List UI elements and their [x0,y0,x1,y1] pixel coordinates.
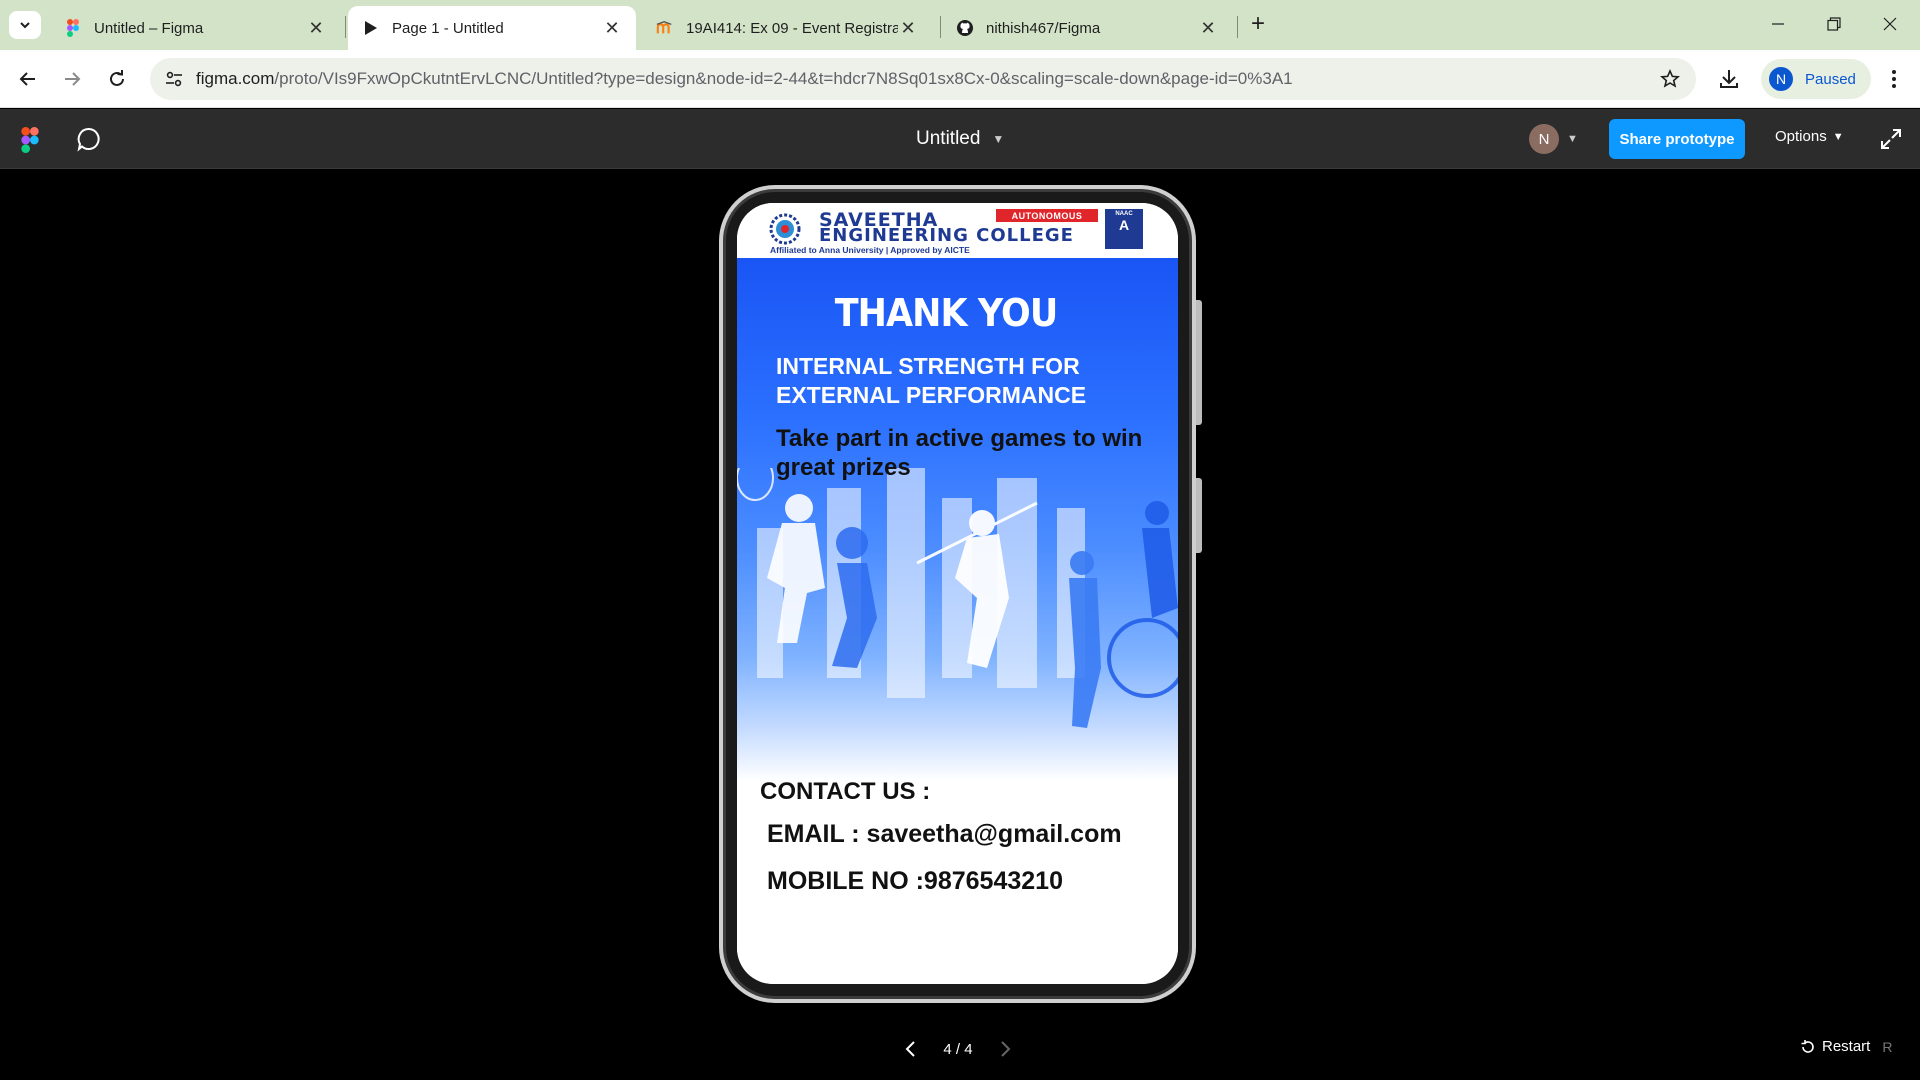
profile-button[interactable]: N Paused [1761,59,1871,99]
restart-button[interactable]: Restart R [1800,1038,1892,1055]
new-tab-button[interactable]: + [1244,10,1272,38]
figma-logo-icon[interactable] [20,127,40,153]
bookmark-button[interactable] [1658,67,1682,91]
close-icon[interactable]: ✕ [306,18,326,38]
figma-icon [64,19,82,37]
avatar: N [1529,124,1559,154]
sports-silhouettes-image [737,468,1178,728]
star-icon [1660,69,1680,88]
moodle-icon [656,19,674,37]
chevron-down-icon: ▼ [1832,130,1844,143]
poster-heading: THANK YOU [834,291,1059,335]
restart-icon [1801,1039,1814,1053]
minimize-button[interactable] [1750,0,1806,48]
url-domain: figma.com [196,69,275,88]
frame-pager: 4 / 4 [904,1036,1012,1062]
user-menu[interactable]: N ▼ [1529,122,1589,156]
college-emblem-icon [769,213,801,245]
reload-icon [110,70,124,86]
naac-badge: NAAC A [1105,209,1143,249]
tab-title: 19AI414: Ex 09 - Event Registrat [686,19,898,37]
arrow-left-icon [19,72,35,86]
tab-separator [940,16,941,38]
tab-separator [1237,16,1238,38]
tab-title: Untitled – Figma [94,19,204,37]
close-icon[interactable]: ✕ [1198,18,1218,38]
restore-button[interactable] [1806,0,1862,48]
tab-page1-untitled[interactable]: Page 1 - Untitled ✕ [348,6,636,50]
play-icon [362,19,380,37]
github-icon [956,19,974,37]
options-label: Options [1775,128,1827,145]
tab-separator [345,16,346,38]
back-button[interactable] [12,63,44,95]
tab-title: nithish467/Figma [986,19,1101,37]
tab-event-registration[interactable]: 19AI414: Ex 09 - Event Registrat ✕ [642,6,932,50]
arrow-right-icon [65,72,81,86]
more-vertical-icon [1892,70,1896,88]
frame-counter: 4 / 4 [943,1040,973,1058]
college-name-line2: ENGINEERING COLLEGE [819,225,1074,246]
url-path: /proto/VIs9FxwOpCkutntErvLCNC/Untitled?t… [274,69,1293,88]
restart-shortcut: R [1882,1038,1893,1055]
contact-mobile: MOBILE NO :9876543210 [767,867,1063,895]
college-affiliation: Affiliated to Anna University | Approved… [770,245,970,255]
contact-heading: CONTACT US : [760,778,931,805]
close-icon[interactable]: ✕ [898,18,918,38]
tab-github[interactable]: nithish467/Figma ✕ [942,6,1232,50]
close-icon [1883,17,1897,31]
chevron-down-icon [20,22,30,29]
previous-frame-icon[interactable] [904,1040,918,1058]
options-menu[interactable]: Options ▼ [1775,128,1844,145]
phone-side-button [1196,300,1202,425]
chevron-down-icon: ▼ [1567,133,1578,145]
figma-prototype-header: Untitled ▼ N ▼ Share prototype Options ▼ [0,109,1920,169]
browser-toolbar: figma.com/proto/VIs9FxwOpCkutntErvLCNC/U… [0,50,1920,108]
restart-label: Restart [1822,1038,1871,1055]
plus-icon: + [1250,10,1265,37]
poster-tagline: INTERNAL STRENGTH FOR EXTERNAL PERFORMAN… [776,353,1087,408]
close-icon[interactable]: ✕ [602,18,622,38]
file-title: Untitled [916,128,981,149]
avatar: N [1769,67,1793,91]
site-settings-button[interactable] [162,67,186,91]
restore-icon [1827,17,1841,31]
tab-title: Page 1 - Untitled [392,19,504,37]
contact-email: EMAIL : saveetha@gmail.com [767,820,1122,848]
browser-tab-strip: Untitled – Figma ✕ Page 1 - Untitled ✕ 1… [0,0,1920,50]
file-title-menu[interactable]: Untitled ▼ [916,128,1004,150]
tune-icon [166,71,182,87]
comment-icon[interactable] [76,126,102,152]
reload-button[interactable] [101,63,133,95]
close-window-button[interactable] [1862,0,1918,48]
minimize-icon [1772,23,1784,25]
tab-search-button[interactable] [9,11,41,39]
profile-status: Paused [1805,70,1856,88]
downloads-button[interactable] [1713,63,1745,95]
fullscreen-icon[interactable] [1878,126,1904,152]
poster-body-text: Take part in active games to win great p… [776,425,1143,481]
naac-grade: A [1118,217,1130,233]
autonomous-badge: AUTONOMOUS [996,209,1098,222]
browser-menu-button[interactable] [1878,63,1910,95]
address-bar[interactable]: figma.com/proto/VIs9FxwOpCkutntErvLCNC/U… [150,58,1696,100]
download-icon [1720,70,1738,88]
phone-side-button [1196,478,1202,553]
tab-figma-untitled[interactable]: Untitled – Figma ✕ [50,6,340,50]
url-text[interactable]: figma.com/proto/VIs9FxwOpCkutntErvLCNC/U… [196,69,1293,89]
forward-button[interactable] [56,63,88,95]
poster-background: THANK YOU INTERNAL STRENGTH FOR EXTERNAL… [737,258,1178,984]
college-header: SAVEETHA ENGINEERING COLLEGE Affiliated … [737,203,1178,258]
prototype-frame[interactable]: SAVEETHA ENGINEERING COLLEGE Affiliated … [737,203,1178,984]
chevron-down-icon: ▼ [992,132,1005,146]
share-prototype-button[interactable]: Share prototype [1609,119,1745,159]
next-frame-icon[interactable] [998,1040,1012,1058]
